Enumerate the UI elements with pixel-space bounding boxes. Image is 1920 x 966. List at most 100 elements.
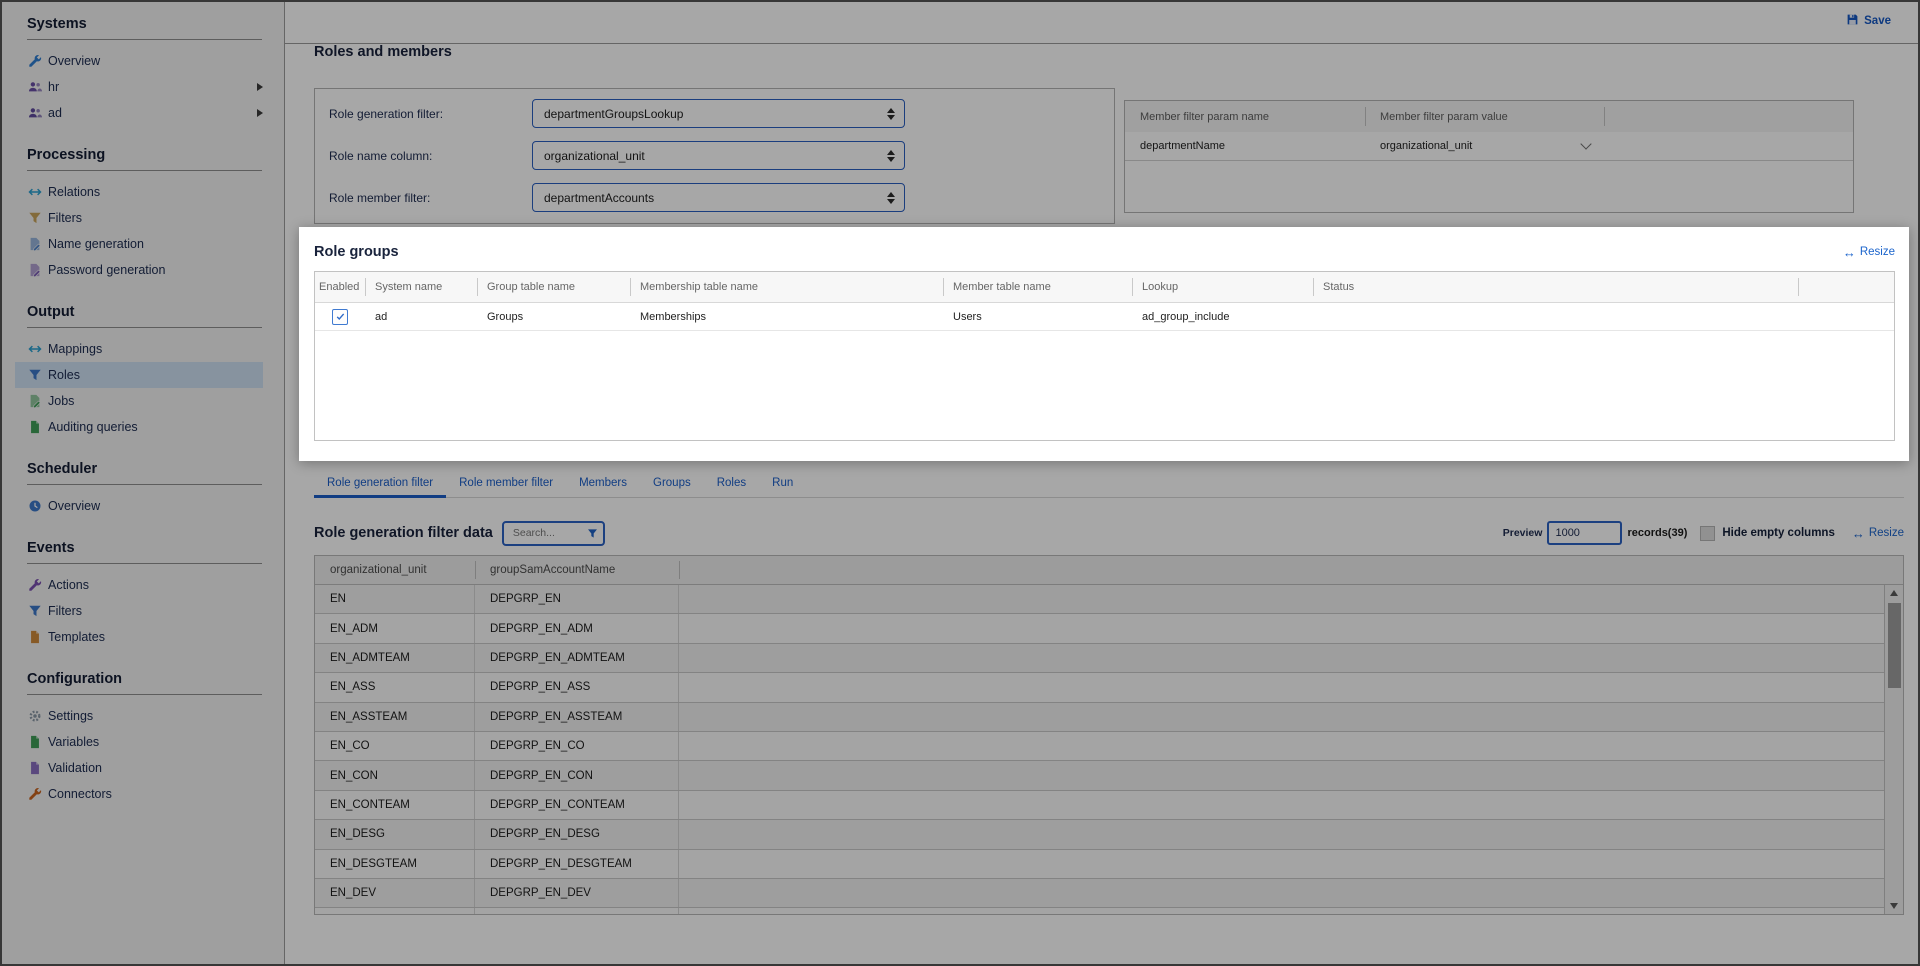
tab-role-generation-filter[interactable]: Role generation filter	[314, 473, 447, 498]
param-table-header: Member filter param name Member filter pa…	[1125, 101, 1853, 132]
wrench-icon	[27, 578, 43, 593]
enabled-checkbox[interactable]	[332, 308, 348, 325]
tab-role-member-filter[interactable]: Role member filter	[446, 473, 566, 498]
table-row: EN_CO DEPGRP_EN_CO	[315, 731, 1884, 762]
sidebar-item-filters[interactable]: Filters	[27, 205, 263, 231]
table-cell: EN	[315, 585, 475, 614]
column-header: Lookup	[1132, 272, 1313, 302]
vertical-scrollbar[interactable]	[1884, 585, 1903, 914]
param-row[interactable]: departmentName organizational_unit	[1125, 132, 1853, 161]
enabled-cell	[315, 303, 365, 330]
sidebar-item-mappings[interactable]: Mappings	[27, 336, 263, 362]
member-filter-param-table: Member filter param name Member filter pa…	[1124, 100, 1854, 213]
role-groups-resize-button[interactable]: ↔ Resize	[1843, 246, 1895, 259]
table-cell: DEPGRP_EN_DESG	[475, 820, 679, 849]
sidebar-item-relations[interactable]: Relations	[27, 179, 263, 205]
sidebar-item-name-generation[interactable]: Name generation	[27, 231, 263, 257]
role-groups-section: Role groups ↔ Resize Enabled System name G…	[299, 227, 1909, 461]
form-field: Role generation filter: departmentGroupsL…	[329, 99, 1114, 128]
sidebar-item-templates[interactable]: Templates	[27, 624, 263, 650]
select-role-member-filter[interactable]: departmentAccounts	[532, 183, 905, 212]
sidebar-item-overview[interactable]: Overview	[27, 48, 263, 74]
chevron-down-icon	[1580, 138, 1592, 150]
table-cell-empty	[679, 614, 1884, 642]
table-cell-empty	[679, 879, 1884, 907]
double-arrow-icon	[27, 342, 43, 357]
role-group-cell-group-table: Groups	[487, 310, 524, 323]
column-header-empty	[1798, 272, 1894, 302]
param-value-dropdown[interactable]: organizational_unit	[1365, 132, 1604, 160]
field-label: Role name column:	[329, 148, 433, 163]
double-arrow-icon	[27, 185, 43, 200]
column-header: Group table name	[477, 272, 630, 302]
scrollbar-thumb[interactable]	[1887, 603, 1901, 688]
table-cell: DEPGRP_EN_CON	[475, 761, 679, 790]
sidebar-item-jobs[interactable]: Jobs	[27, 388, 263, 414]
sidebar-item-connectors[interactable]: Connectors	[27, 781, 263, 807]
tab-members[interactable]: Members	[566, 473, 640, 498]
sidebar-section-title-configuration: Configuration	[27, 671, 123, 687]
scroll-up-button[interactable]	[1885, 585, 1903, 601]
table-cell-empty	[679, 791, 1884, 819]
funnel-icon	[27, 604, 43, 619]
sidebar-item-label: Name generation	[48, 237, 144, 251]
sidebar-item-auditing-queries[interactable]: Auditing queries	[27, 414, 263, 440]
table-cell: EN_DEV	[315, 878, 475, 908]
role-group-row[interactable]: ad Groups Memberships Users ad_group_include	[315, 303, 1894, 331]
table-cell-empty	[679, 761, 1884, 789]
sidebar-item-roles[interactable]: Roles	[15, 362, 263, 388]
column-header-empty	[679, 556, 1903, 584]
field-label: Role generation filter:	[329, 106, 444, 121]
scroll-down-button[interactable]	[1885, 898, 1903, 914]
sidebar-item-overview[interactable]: Overview	[27, 493, 263, 519]
table-cell: EN_DESGTEAM	[315, 849, 475, 878]
roles-members-panels: Role generation filter: departmentGroupsL…	[314, 88, 1904, 224]
doc-edit-icon	[27, 237, 43, 252]
sidebar-item-password-generation[interactable]: Password generation	[27, 257, 263, 283]
main-area: Save Roles and members Role generation f…	[285, 2, 1918, 964]
sidebar-item-label: Settings	[48, 709, 94, 723]
table-row: EN_DESGTEAM DEPGRP_EN_DESGTEAM	[315, 849, 1884, 879]
role-group-cell-member-table: Users	[953, 310, 982, 323]
records-count: records(39)	[1627, 527, 1688, 539]
sidebar-item-variables[interactable]: Variables	[27, 729, 263, 755]
select-role-name-column[interactable]: organizational_unit	[532, 141, 905, 170]
scroll-down-icon	[1890, 903, 1898, 909]
stepper-icon	[887, 107, 895, 120]
table-cell: DEPGRP_EN_DESGTEAM	[475, 849, 679, 878]
table-row: EN DEPGRP_EN	[315, 585, 1884, 615]
table-row: EN_ADMTEAM DEPGRP_EN_ADMTEAM	[315, 643, 1884, 674]
save-icon	[1846, 13, 1859, 29]
sidebar: Systems Overview hr ad Processing Relations Fi…	[2, 2, 285, 964]
sidebar-item-label: ad	[48, 106, 62, 120]
sidebar-item-validation[interactable]: Validation	[27, 755, 263, 781]
sidebar-item-settings[interactable]: Settings	[27, 703, 263, 729]
table-cell: DEPGRP_EN_ADMTEAM	[475, 643, 679, 673]
save-label: Save	[1864, 14, 1891, 27]
select-role-generation-filter[interactable]: departmentGroupsLookup	[532, 99, 905, 128]
tab-groups[interactable]: Groups	[640, 473, 704, 498]
table-cell: EN_ADMTEAM	[315, 643, 475, 673]
sidebar-item-label: Validation	[48, 761, 102, 775]
table-cell: DEPGRP_EN	[475, 585, 679, 614]
table-cell: DEPGRP_EN_CONTEAM	[475, 790, 679, 820]
save-button[interactable]: Save	[1846, 13, 1891, 29]
filter-data-resize-button[interactable]: ↔ Resize	[1852, 527, 1904, 540]
select-value: departmentAccounts	[544, 190, 655, 205]
sidebar-item-hr[interactable]: hr	[27, 74, 263, 100]
sidebar-item-actions[interactable]: Actions	[27, 572, 263, 598]
sidebar-item-filters[interactable]: Filters	[27, 598, 263, 624]
expand-arrow-icon	[257, 83, 263, 91]
tab-roles[interactable]: Roles	[704, 473, 759, 498]
param-empty-cell	[1604, 132, 1853, 160]
preview-count-input[interactable]	[1547, 521, 1623, 545]
sidebar-section-title-scheduler: Scheduler	[27, 461, 98, 477]
hide-empty-columns-checkbox[interactable]	[1700, 525, 1716, 541]
tab-run[interactable]: Run	[759, 473, 806, 498]
column-header: Membership table name	[630, 272, 943, 302]
form-field: Role member filter: departmentAccounts	[329, 183, 1114, 212]
section-divider	[27, 484, 262, 485]
sidebar-item-ad[interactable]: ad	[27, 100, 263, 126]
role-filter-form: Role generation filter: departmentGroupsL…	[314, 88, 1115, 224]
search-input[interactable]	[510, 526, 587, 540]
